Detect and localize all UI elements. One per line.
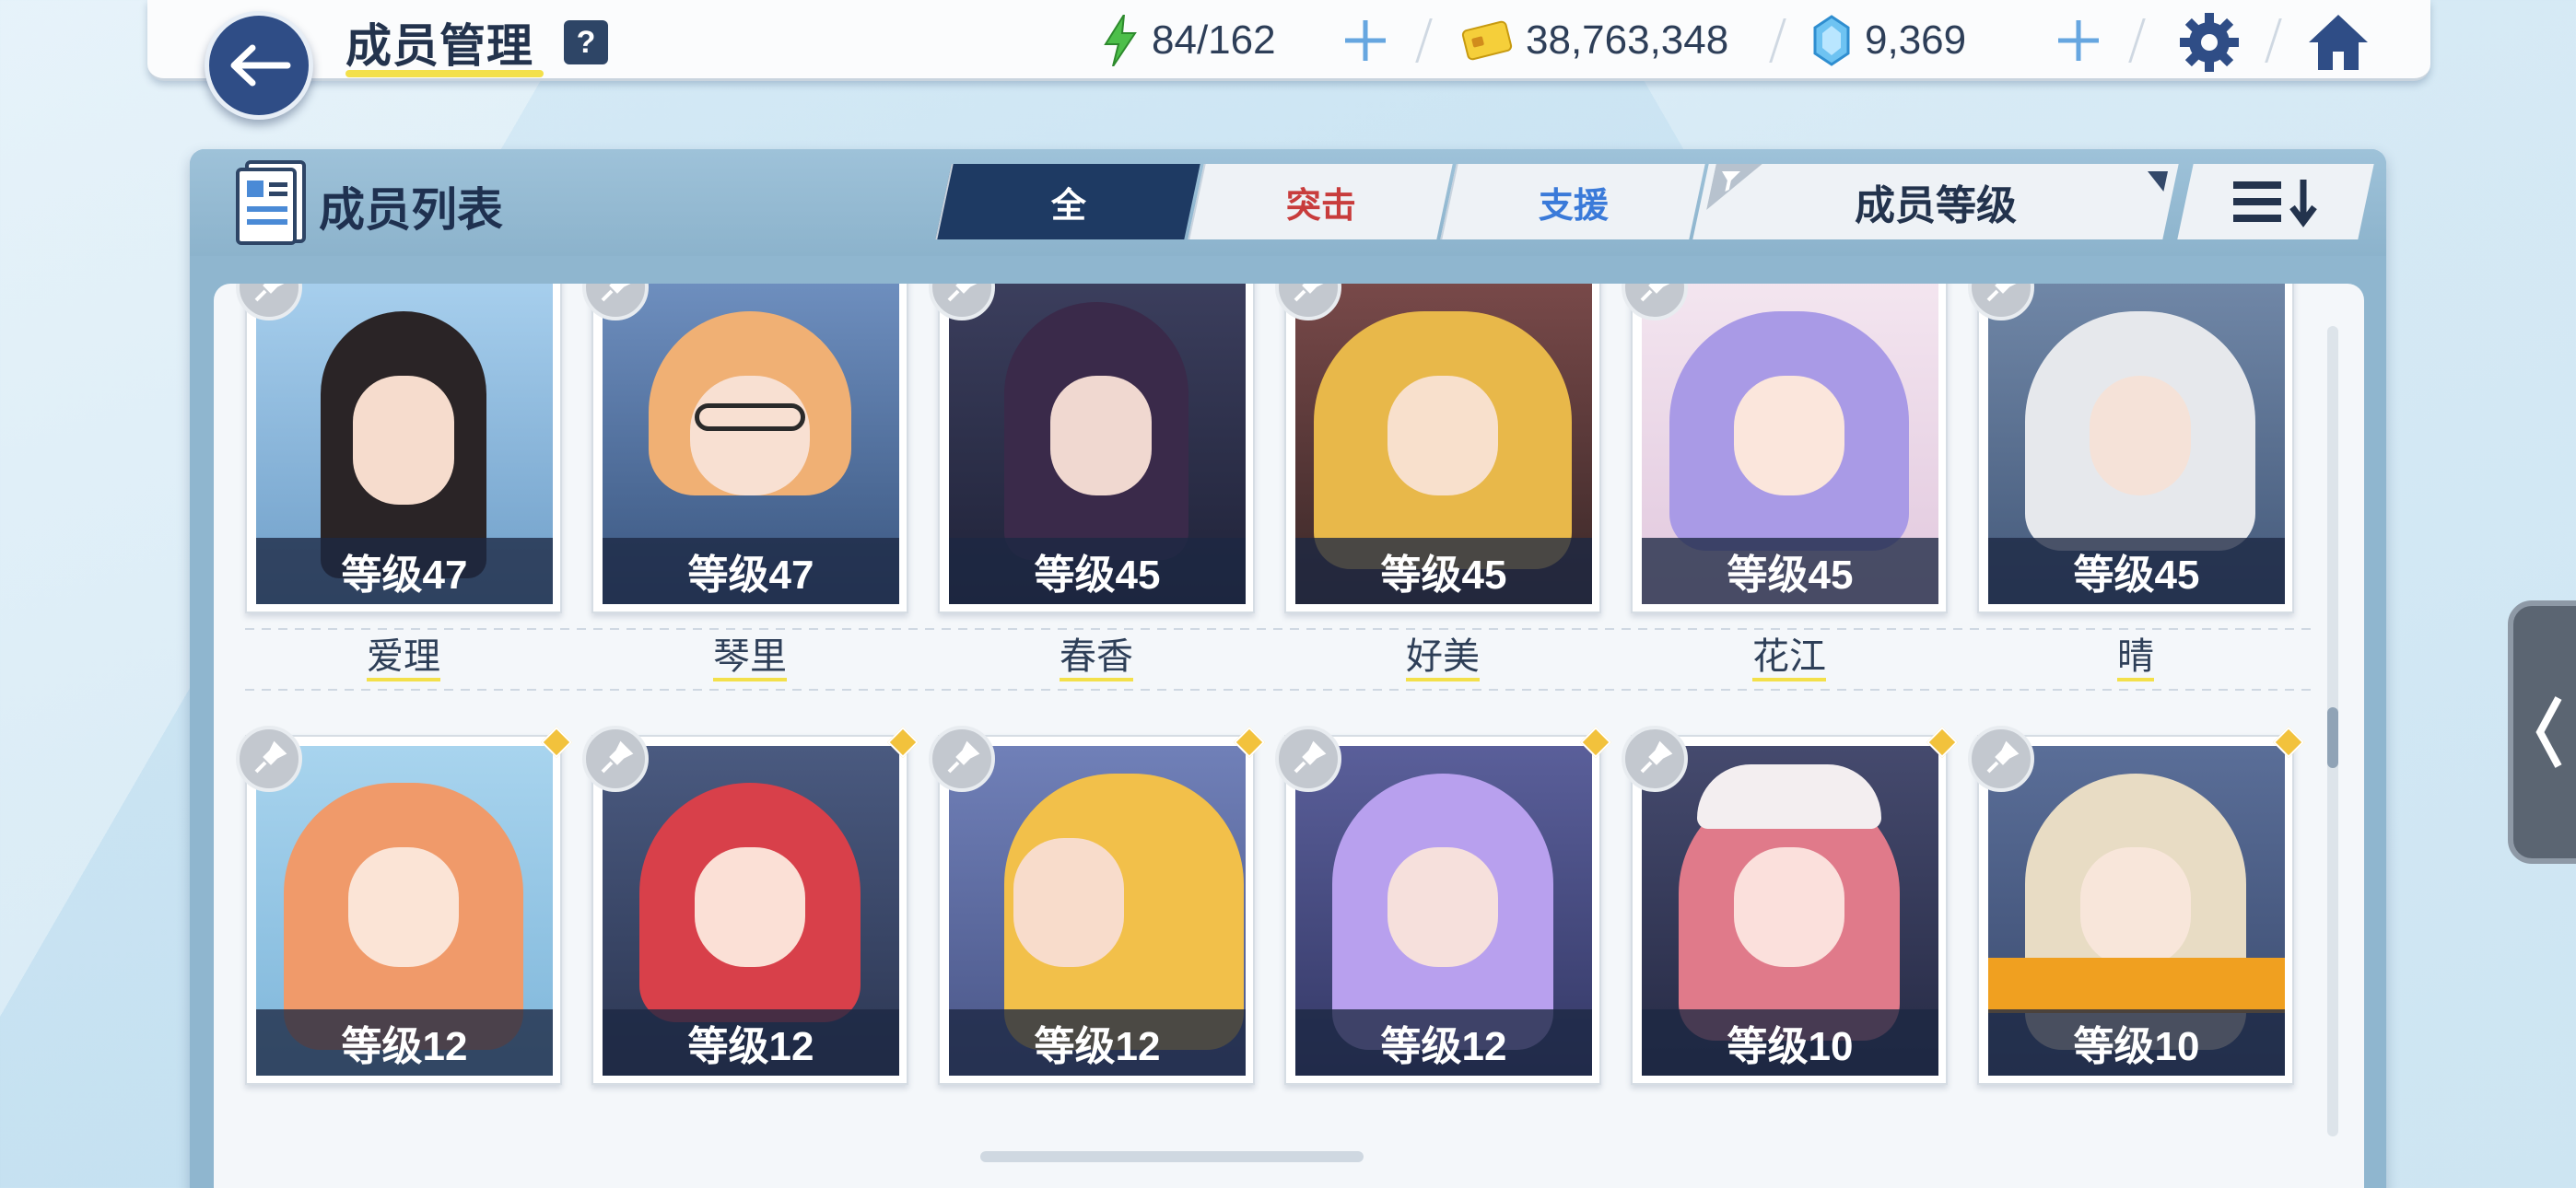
student-portrait: 等级45 (1295, 284, 1592, 604)
title-underline (345, 70, 544, 77)
gems-value: 9,369 (1865, 17, 1967, 63)
gems-resource: 9,369 (1811, 13, 1966, 68)
gear-icon[interactable] (2178, 11, 2241, 74)
tab-special[interactable]: 支援 (1440, 164, 1705, 239)
row-divider (245, 689, 2318, 691)
tab-striker[interactable]: 突击 (1188, 164, 1453, 239)
ap-value: 84/162 (1152, 17, 1276, 63)
student-card[interactable]: 等级45 (1275, 284, 1601, 613)
horizontal-scrollbar[interactable] (980, 1151, 1364, 1162)
student-name: 花江 (1631, 635, 1948, 681)
help-button[interactable]: ? (564, 20, 608, 64)
student-name: 晴 (1977, 635, 2294, 681)
sort-descending-icon (2233, 180, 2317, 227)
tab-all[interactable]: 全 (935, 164, 1200, 239)
panel-header: 成员列表 全 突击 支援 成员等级 (190, 149, 2386, 256)
student-card[interactable]: 等级45 (929, 284, 1255, 613)
student-portrait: 等级12 (256, 746, 553, 1076)
credit-card-icon (1461, 20, 1513, 61)
level-label: 等级10 (1988, 1009, 2285, 1076)
student-name: 爱理 (245, 635, 562, 681)
student-portrait: 等级10 (1988, 746, 2285, 1076)
student-portrait: 等级12 (949, 746, 1246, 1076)
student-card[interactable]: 等级10 (1622, 726, 1958, 1085)
row-divider (245, 628, 2318, 630)
student-name: 好美 (1284, 635, 1601, 681)
sort-order-button[interactable] (2177, 164, 2374, 239)
level-label: 等级45 (1295, 538, 1592, 604)
credits-resource: 38,763,348 (1461, 13, 1728, 68)
tab-all-label: 全 (1050, 186, 1086, 226)
student-portrait: 等级45 (1642, 284, 1938, 604)
type-tabs: 全 突击 支援 (935, 164, 1705, 239)
student-card[interactable]: 等级12 (582, 726, 919, 1085)
student-card[interactable]: 等级12 (236, 726, 572, 1085)
student-portrait: 等级47 (603, 284, 899, 604)
sort-label: 成员等级 (1855, 183, 2017, 228)
pin-icon[interactable] (1622, 726, 1688, 792)
student-name: 春香 (938, 635, 1255, 681)
pin-icon[interactable] (582, 726, 649, 792)
student-portrait: 等级12 (1295, 746, 1592, 1076)
tab-striker-label: 突击 (1285, 186, 1356, 226)
student-card[interactable]: 等级47 (582, 284, 908, 613)
level-label: 等级45 (949, 538, 1246, 604)
arrow-left-icon (230, 44, 291, 87)
back-button[interactable] (205, 11, 313, 120)
add-gems-button[interactable] (2053, 15, 2104, 66)
ap-resource: 84/162 (1102, 13, 1276, 68)
student-portrait: 等级10 (1642, 746, 1938, 1076)
page-title: 成员管理 (345, 20, 533, 72)
lightning-icon (1104, 15, 1137, 66)
student-card[interactable]: 等级45 (1622, 284, 1948, 613)
student-card[interactable]: 等级12 (929, 726, 1265, 1085)
side-panel-toggle[interactable] (2508, 600, 2576, 864)
home-icon[interactable] (2305, 9, 2371, 76)
vertical-scrollbar-thumb[interactable] (2327, 707, 2338, 768)
pin-icon[interactable] (1275, 726, 1341, 792)
member-panel: 成员列表 全 突击 支援 成员等级 等级47 等级47 等级45 等级45 等级… (190, 149, 2386, 1188)
level-label: 等级47 (256, 538, 553, 604)
member-list-icon (236, 160, 306, 245)
level-label: 等级12 (1295, 1009, 1592, 1076)
level-label: 等级12 (603, 1009, 899, 1076)
student-portrait: 等级47 (256, 284, 553, 604)
student-card[interactable]: 等级45 (1968, 284, 2294, 613)
student-name: 琴里 (591, 635, 908, 681)
pin-icon[interactable] (1968, 726, 2034, 792)
filter-icon (1706, 164, 1762, 210)
level-label: 等级12 (949, 1009, 1246, 1076)
tab-special-label: 支援 (1538, 186, 1609, 226)
credits-value: 38,763,348 (1526, 17, 1729, 63)
sort-dropdown[interactable]: 成员等级 (1692, 164, 2179, 239)
pin-icon[interactable] (236, 726, 302, 792)
member-list[interactable]: 等级47 等级47 等级45 等级45 等级45 等级45 爱理 琴里 春香 好… (214, 284, 2364, 1188)
gem-icon (1813, 15, 1850, 66)
pin-icon[interactable] (929, 726, 995, 792)
level-label: 等级47 (603, 538, 899, 604)
student-card[interactable]: 等级12 (1275, 726, 1611, 1085)
dropdown-corner-icon (2143, 171, 2169, 192)
student-portrait: 等级45 (949, 284, 1246, 604)
add-ap-button[interactable] (1340, 15, 1391, 66)
student-card[interactable]: 等级47 (236, 284, 562, 613)
student-portrait: 等级45 (1988, 284, 2285, 604)
level-label: 等级45 (1988, 538, 2285, 604)
panel-title: 成员列表 (319, 184, 503, 236)
student-card[interactable]: 等级10 (1968, 726, 2304, 1085)
level-label: 等级10 (1642, 1009, 1938, 1076)
student-portrait: 等级12 (603, 746, 899, 1076)
chevron-left-icon (2535, 696, 2562, 768)
level-label: 等级12 (256, 1009, 553, 1076)
level-label: 等级45 (1642, 538, 1938, 604)
question-mark-icon: ? (576, 24, 596, 60)
